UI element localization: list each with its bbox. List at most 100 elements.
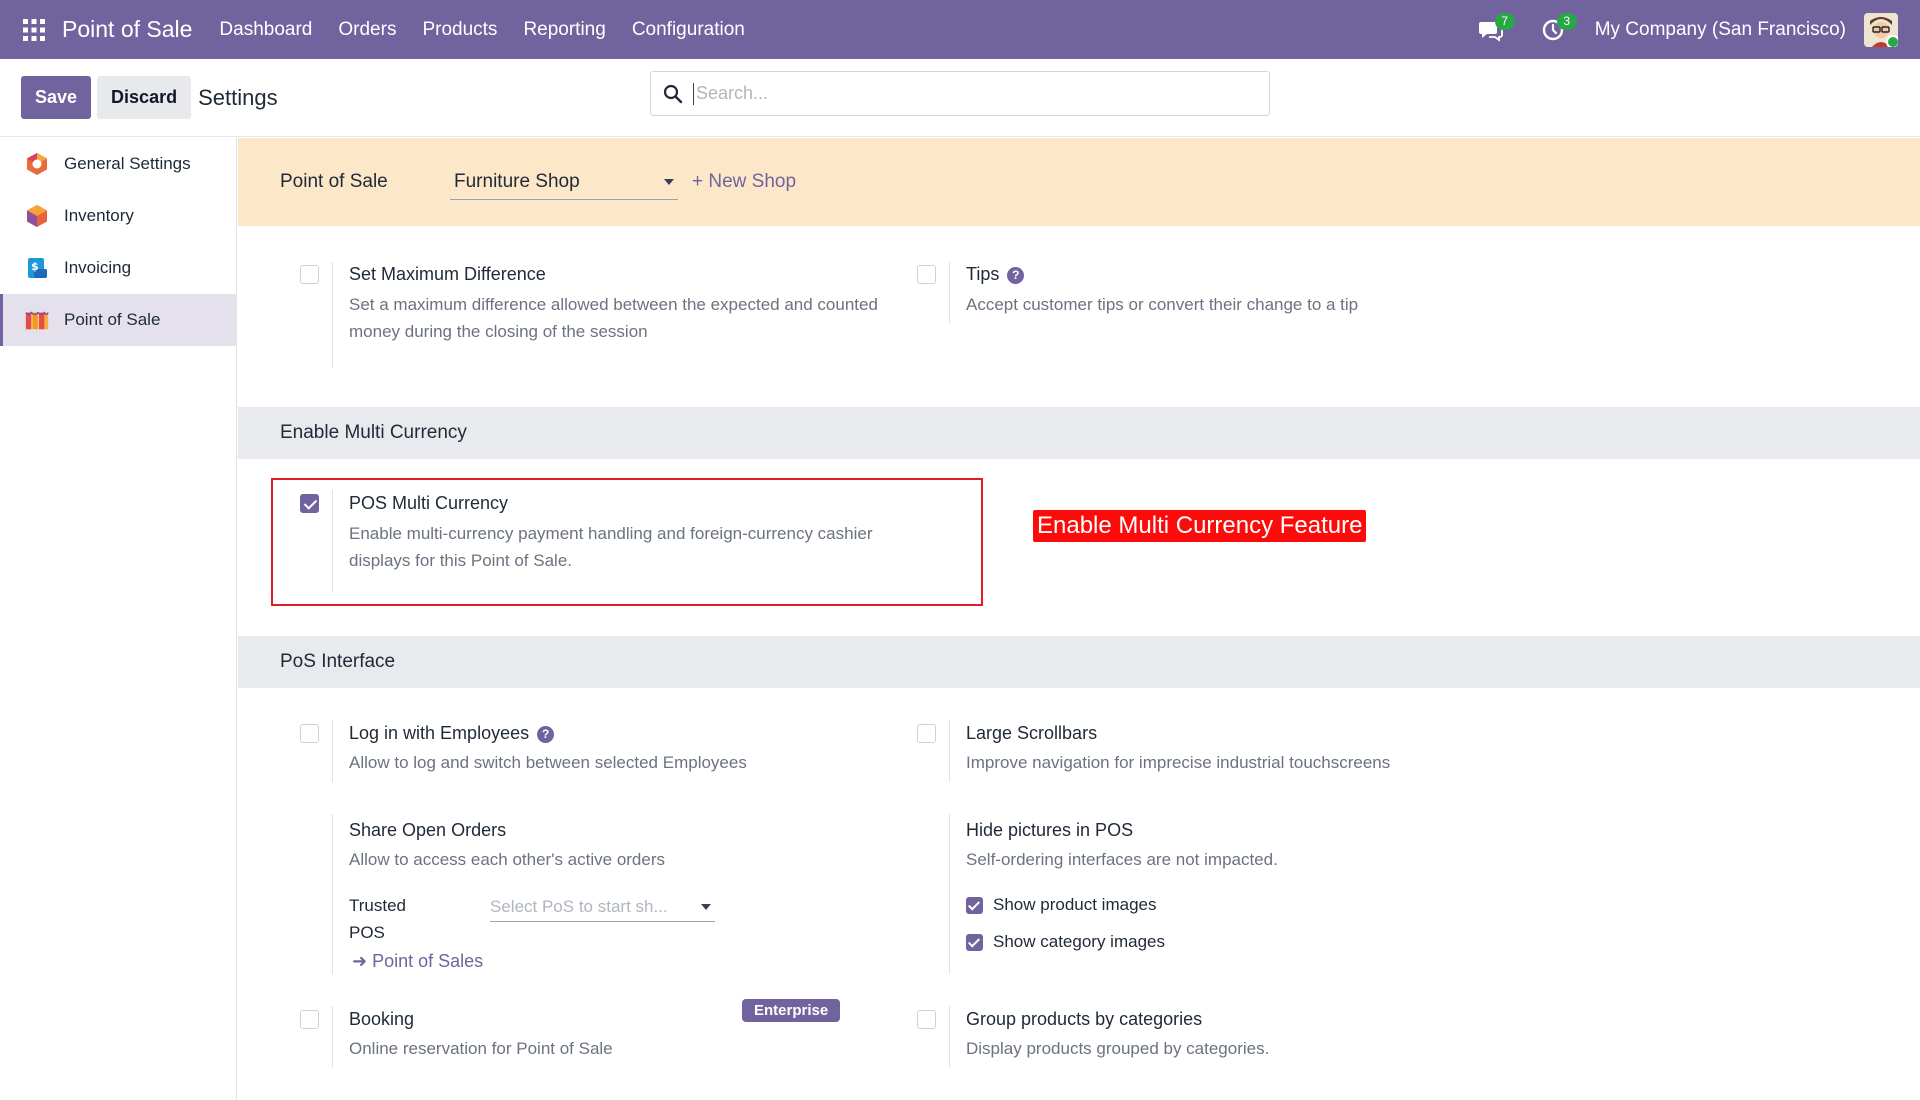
point-of-sales-link-label: Point of Sales [372,951,484,971]
max-difference-checkbox[interactable] [300,265,319,284]
menu-orders[interactable]: Orders [325,19,409,41]
trusted-pos-label: Trusted POS [349,896,407,942]
hide-pictures-desc: Self-ordering interfaces are not impacte… [966,850,1278,869]
show-product-images-checkbox[interactable] [966,896,983,914]
menu-dashboard[interactable]: Dashboard [206,19,325,41]
share-orders-title: Share Open Orders [349,820,507,840]
divider [949,1006,950,1068]
divider [332,720,333,782]
tips-title: Tips [966,264,1000,284]
group-products-checkbox[interactable] [917,1010,936,1029]
trusted-pos-placeholder: Select PoS to start sh... [490,896,668,916]
enterprise-badge: Enterprise [742,999,841,1022]
tips-title-row: Tips? [966,264,1025,285]
divider [332,814,333,974]
help-icon[interactable]: ? [1007,266,1025,284]
divider [332,262,333,368]
group-products-desc: Display products grouped by categories. [966,1039,1270,1058]
systray: 7 3 My Company (San Francisco) [1471,0,1920,59]
share-orders-desc: Allow to access each other's active orde… [349,850,666,869]
menu-products[interactable]: Products [409,19,510,41]
large-scrollbars-title: Large Scrollbars [966,723,1098,743]
show-category-images-checkbox[interactable] [966,933,983,951]
sidebar-item-label: General Settings [64,154,191,173]
point-of-sales-link[interactable]: ➜ Point of Sales [352,951,483,972]
divider [332,1006,333,1068]
max-difference-title: Set Maximum Difference [349,264,546,284]
login-employees-title: Log in with Employees [349,723,530,743]
settings-content: Point of Sale Furniture Shop + New Shop … [238,138,1920,1100]
pos-shop-icon [24,307,50,333]
show-product-images-option[interactable]: Show product images [966,895,1156,915]
odoo-logo-icon [24,151,50,177]
divider [949,262,950,324]
online-status-icon [1886,34,1898,47]
activities-button[interactable]: 3 [1533,10,1577,50]
messages-button[interactable]: 7 [1471,10,1515,50]
caret-down-icon [701,903,711,910]
shop-select-value: Furniture Shop [454,170,580,192]
apps-menu-icon[interactable] [18,14,50,46]
search-bar[interactable] [650,71,1270,116]
search-icon [663,84,683,103]
booking-title: Booking [349,1009,415,1029]
pos-multi-currency-checkbox[interactable] [300,494,319,513]
annotation-label: Enable Multi Currency Feature [1033,510,1367,542]
shop-select[interactable]: Furniture Shop [450,164,678,200]
sidebar-item-invoicing[interactable]: $ Invoicing [0,242,236,294]
menu-reporting[interactable]: Reporting [510,19,618,41]
pos-multi-currency-desc: Enable multi-currency payment handling a… [349,524,873,570]
sidebar-item-label: Point of Sale [64,310,161,329]
divider [949,720,950,782]
hide-pictures-title: Hide pictures in POS [966,820,1134,840]
app-name[interactable]: Point of Sale [62,16,192,43]
top-navbar: Point of Sale Dashboard Orders Products … [0,0,1920,59]
sidebar-item-general-settings[interactable]: General Settings [0,138,236,190]
new-shop-button[interactable]: + New Shop [692,171,796,193]
login-employees-checkbox[interactable] [300,724,319,743]
arrow-right-icon: ➜ [352,951,373,971]
shop-selector-bar: Point of Sale Furniture Shop + New Shop [238,138,1920,226]
sidebar-item-point-of-sale[interactable]: Point of Sale [0,294,236,346]
tips-checkbox[interactable] [917,265,936,284]
control-panel: Save Discard Settings [0,59,1920,137]
section-header-pos-interface: PoS Interface [238,636,1920,688]
main-menu: Dashboard Orders Products Reporting Conf… [206,19,757,41]
menu-configuration[interactable]: Configuration [619,19,758,41]
large-scrollbars-desc: Improve navigation for imprecise industr… [966,753,1391,772]
invoicing-icon: $ [24,255,50,281]
large-scrollbars-checkbox[interactable] [917,724,936,743]
sidebar-item-label: Invoicing [64,258,132,277]
booking-checkbox[interactable] [300,1010,319,1029]
show-product-images-label: Show product images [993,895,1157,914]
save-button[interactable]: Save [21,76,92,119]
show-category-images-option[interactable]: Show category images [966,932,1165,952]
login-employees-desc: Allow to log and switch between selected… [349,753,747,772]
login-employees-title-row: Log in with Employees? [349,723,555,744]
divider [332,490,333,592]
search-input[interactable] [693,82,1253,105]
sidebar-item-label: Inventory [64,206,134,225]
settings-sidebar: General Settings Inventory $ Invoicing P… [0,138,237,1100]
page-title: Settings [198,84,278,110]
caret-down-icon [664,178,674,185]
sidebar-item-inventory[interactable]: Inventory [0,190,236,242]
pos-multi-currency-title: POS Multi Currency [349,493,509,513]
shop-bar-label: Point of Sale [280,171,388,192]
discard-button[interactable]: Discard [97,76,192,119]
messages-counter: 7 [1494,12,1515,30]
divider [949,814,950,974]
section-header-multi-currency: Enable Multi Currency [238,407,1920,459]
user-avatar[interactable] [1864,12,1898,47]
help-icon[interactable]: ? [537,725,555,743]
group-products-title: Group products by categories [966,1009,1203,1029]
tips-desc: Accept customer tips or convert their ch… [966,295,1359,314]
show-category-images-label: Show category images [993,932,1165,951]
activities-counter: 3 [1556,12,1577,30]
svg-text:$: $ [31,260,39,273]
company-switcher[interactable]: My Company (San Francisco) [1595,19,1846,41]
booking-desc: Online reservation for Point of Sale [349,1039,613,1058]
trusted-pos-select[interactable]: Select PoS to start sh... [490,892,715,922]
max-difference-desc: Set a maximum difference allowed between… [349,295,878,341]
inventory-box-icon [24,203,50,229]
